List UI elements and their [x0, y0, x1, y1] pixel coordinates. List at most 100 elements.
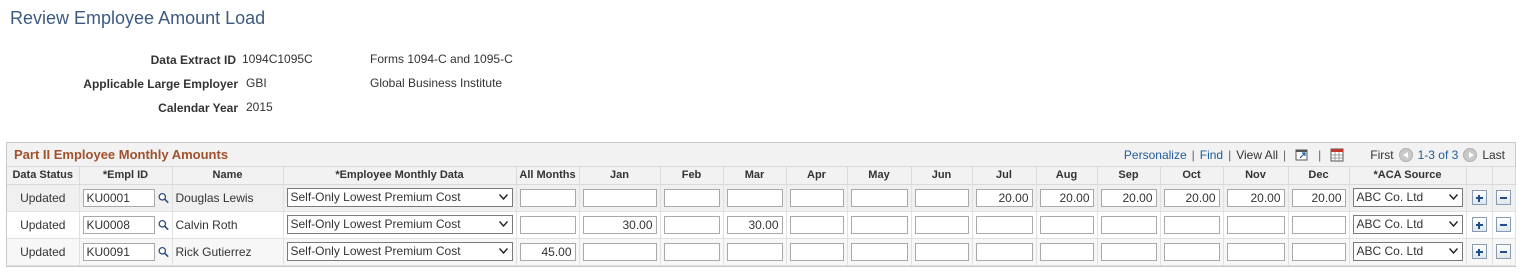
data-extract-label: Data Extract ID	[150, 53, 236, 67]
sep-input[interactable]	[1100, 188, 1157, 207]
jun-input[interactable]	[914, 188, 969, 207]
empl-id-cell	[79, 184, 173, 212]
view-all-link[interactable]: View All	[1236, 147, 1278, 163]
monthly-data-cell: Self-Only Lowest Premium Cost	[283, 211, 517, 239]
mar-input[interactable]	[726, 188, 783, 207]
calendar-row: Calendar Year	[0, 100, 238, 116]
jun-input[interactable]	[914, 242, 969, 261]
col-add	[1466, 167, 1493, 185]
col-all-months: All Months	[516, 167, 580, 185]
mar-input[interactable]	[726, 215, 783, 234]
empl-id-input[interactable]	[82, 215, 155, 234]
chevron-down-icon	[498, 248, 508, 254]
add-row-icon[interactable]	[1471, 217, 1487, 233]
sep-input[interactable]	[1100, 215, 1157, 234]
feb-input[interactable]	[663, 242, 720, 261]
col-jan: Jan	[579, 167, 661, 185]
employee-name: Calvin Roth	[172, 211, 284, 239]
all-months-input[interactable]	[519, 242, 576, 261]
mar-input[interactable]	[726, 242, 783, 261]
empl-id-input[interactable]	[82, 188, 155, 207]
sep-input[interactable]	[1100, 242, 1157, 261]
previous-row-icon[interactable]	[1398, 148, 1413, 162]
aug-input[interactable]	[1039, 242, 1094, 261]
oct-input[interactable]	[1163, 242, 1220, 261]
oct-cell	[1160, 184, 1224, 212]
apr-input[interactable]	[789, 188, 844, 207]
nov-input[interactable]	[1226, 242, 1285, 261]
jun-input[interactable]	[914, 215, 969, 234]
dec-input[interactable]	[1291, 188, 1346, 207]
all-months-input[interactable]	[519, 188, 576, 207]
add-row-icon[interactable]	[1471, 190, 1487, 206]
jan-input[interactable]	[582, 188, 657, 207]
dec-cell	[1288, 184, 1350, 212]
last-link[interactable]: Last	[1482, 147, 1505, 163]
nav-separator: |	[1283, 148, 1287, 162]
dec-cell	[1288, 211, 1350, 239]
aug-input[interactable]	[1039, 188, 1094, 207]
col-sep: Sep	[1097, 167, 1161, 185]
first-link[interactable]: First	[1370, 147, 1393, 163]
aca-source-cell: ABC Co. Ltd	[1349, 184, 1467, 212]
may-cell	[847, 238, 912, 266]
monthly-data-select[interactable]: Self-Only Lowest Premium Cost	[286, 215, 513, 234]
dec-input[interactable]	[1291, 215, 1346, 234]
lookup-icon[interactable]	[158, 191, 169, 205]
apr-input[interactable]	[789, 215, 844, 234]
lookup-icon[interactable]	[158, 245, 169, 259]
oct-input[interactable]	[1163, 215, 1220, 234]
aca-source-value: ABC Co. Ltd	[1356, 217, 1424, 231]
nov-input[interactable]	[1226, 188, 1285, 207]
empl-id-input[interactable]	[82, 242, 155, 261]
download-grid-icon[interactable]	[1330, 148, 1344, 162]
aug-input[interactable]	[1039, 215, 1094, 234]
employee-name: Douglas Lewis	[172, 184, 284, 212]
jun-cell	[911, 184, 973, 212]
delete-row-icon[interactable]	[1496, 190, 1511, 206]
col-feb: Feb	[660, 167, 724, 185]
ale-value: GBI	[246, 76, 267, 90]
jul-cell	[972, 238, 1037, 266]
apr-input[interactable]	[789, 242, 844, 261]
col-aug: Aug	[1036, 167, 1098, 185]
may-input[interactable]	[850, 242, 908, 261]
monthly-data-value: Self-Only Lowest Premium Cost	[290, 190, 461, 204]
jul-input[interactable]	[975, 215, 1033, 234]
personalize-link[interactable]: Personalize	[1124, 147, 1187, 163]
ale-row: Applicable Large Employer	[0, 76, 238, 92]
nov-input[interactable]	[1226, 215, 1285, 234]
add-cell	[1466, 238, 1493, 266]
may-input[interactable]	[850, 188, 908, 207]
monthly-data-select[interactable]: Self-Only Lowest Premium Cost	[286, 242, 513, 261]
aca-source-select[interactable]: ABC Co. Ltd	[1352, 188, 1463, 207]
feb-input[interactable]	[663, 215, 720, 234]
add-row-icon[interactable]	[1471, 244, 1487, 260]
feb-input[interactable]	[663, 188, 720, 207]
jul-input[interactable]	[975, 242, 1033, 261]
jan-input[interactable]	[582, 215, 657, 234]
dec-input[interactable]	[1291, 242, 1346, 261]
delete-row-icon[interactable]	[1496, 217, 1511, 233]
next-row-icon[interactable]	[1463, 148, 1478, 162]
jul-input[interactable]	[975, 188, 1033, 207]
monthly-data-select[interactable]: Self-Only Lowest Premium Cost	[286, 188, 513, 207]
jan-input[interactable]	[582, 242, 657, 261]
delete-row-icon[interactable]	[1496, 244, 1511, 260]
col-data-status: Data Status	[7, 167, 80, 185]
table-row: Updated Rick Gutierrez Self-Only Lowest …	[7, 238, 1516, 266]
data-status: Updated	[7, 211, 80, 239]
calendar-value: 2015	[246, 100, 273, 114]
zoom-grid-icon[interactable]	[1295, 148, 1309, 162]
grid-header: Part II Employee Monthly Amounts Persona…	[7, 143, 1515, 167]
all-months-input[interactable]	[519, 215, 576, 234]
aca-source-select[interactable]: ABC Co. Ltd	[1352, 242, 1463, 261]
feb-cell	[660, 238, 724, 266]
oct-input[interactable]	[1163, 188, 1220, 207]
find-link[interactable]: Find	[1200, 147, 1223, 163]
nov-cell	[1223, 238, 1289, 266]
lookup-icon[interactable]	[158, 218, 169, 232]
data-extract-desc: Forms 1094-C and 1095-C	[370, 52, 513, 66]
aca-source-select[interactable]: ABC Co. Ltd	[1352, 215, 1463, 234]
may-input[interactable]	[850, 215, 908, 234]
